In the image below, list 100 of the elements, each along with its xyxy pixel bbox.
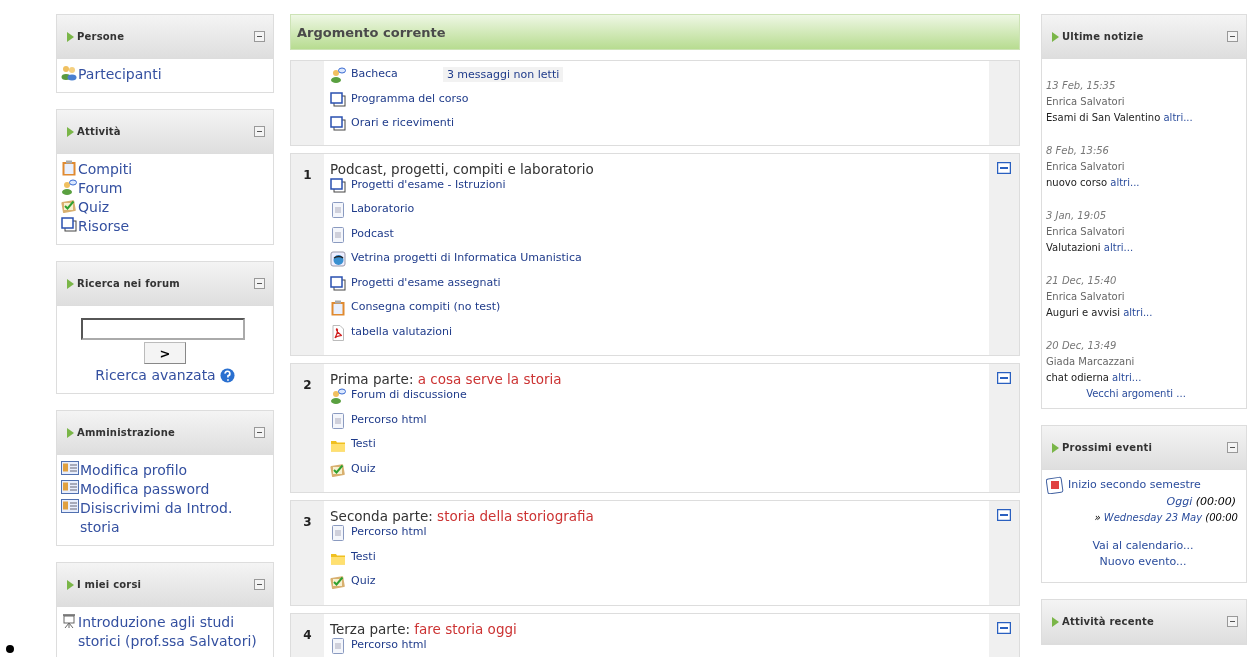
block-link[interactable]: Modifica password (80, 480, 210, 499)
document-icon (330, 525, 346, 541)
collapse-icon[interactable] (254, 579, 265, 590)
section-title: Podcast, progetti, compiti e laboratorio (330, 159, 595, 178)
checklist-icon (61, 198, 77, 214)
unread-messages[interactable]: 3 messaggi non letti (442, 67, 564, 82)
arrow-icon (67, 126, 74, 137)
arrow-icon (1052, 442, 1059, 453)
block-link[interactable]: Introduzione agli studi storici (prof.ssa Salvatori) (78, 613, 269, 651)
activity-link[interactable]: Laboratorio (351, 202, 415, 215)
search-button[interactable]: > (144, 342, 186, 364)
news-date: 21 Dec, 15:40 (1046, 275, 1117, 286)
collapse-icon[interactable] (1227, 442, 1238, 453)
news-author: Enrica Salvatori (1046, 161, 1125, 172)
block-link[interactable]: Modifica profilo (80, 461, 188, 480)
section-title: Seconda parte: storia della storiografia (330, 507, 595, 525)
activity-link[interactable]: Testi (351, 549, 376, 563)
activity-link[interactable]: Percorso html (351, 412, 427, 426)
activity-link[interactable]: Vetrina progetti di Informatica Umanistica (351, 251, 582, 264)
collapse-icon[interactable] (1227, 616, 1238, 627)
collapse-icon[interactable] (1227, 31, 1238, 42)
advanced-search-link[interactable]: Ricerca avanzata (95, 366, 216, 385)
more-link[interactable]: altri... (1112, 372, 1142, 383)
activity-link[interactable]: Percorso html (351, 637, 427, 651)
list-bullet-icon (6, 645, 14, 653)
arrow-icon (67, 579, 74, 590)
block-title: Amministrazione (77, 427, 175, 438)
more-link[interactable]: altri... (1163, 112, 1193, 123)
activity-link[interactable]: tabella valutazioni (351, 324, 453, 338)
collapse-icon[interactable] (254, 278, 265, 289)
news-date: 8 Feb, 13:56 (1046, 145, 1109, 156)
collapse-icon[interactable] (254, 31, 265, 42)
section-number: 3 (303, 515, 312, 529)
collapse-icon[interactable] (997, 372, 1011, 384)
block-title: Attività (77, 126, 121, 137)
activity-link[interactable]: Programma del corso (351, 91, 469, 105)
section-number: 4 (303, 627, 312, 642)
calendar-link[interactable]: Vai al calendario... (1092, 539, 1194, 552)
news-subject: chat odierna (1046, 372, 1109, 383)
id-card-icon (61, 480, 79, 494)
news-subject: nuovo corso (1046, 177, 1108, 188)
clipboard-icon (330, 300, 346, 316)
activity-link[interactable]: Quiz (351, 461, 376, 475)
checklist-icon (330, 461, 346, 478)
activity-link[interactable]: Progetti d'esame - Istruzioni (351, 177, 506, 191)
block-link[interactable]: Partecipanti (78, 65, 162, 84)
activity-link[interactable]: Testi (351, 437, 376, 450)
activity-link[interactable]: Quiz (351, 574, 376, 587)
checklist-icon (330, 574, 346, 590)
more-link[interactable]: altri... (1110, 177, 1140, 188)
person-speech-icon (61, 179, 77, 195)
activity-link[interactable]: Consegna compiti (no test) (351, 300, 501, 313)
block-link[interactable]: Quiz (78, 198, 110, 217)
event-link[interactable]: Inizio secondo semestre (1068, 477, 1201, 493)
news-author: Enrica Salvatori (1046, 226, 1125, 237)
collapse-icon[interactable] (997, 161, 1011, 174)
id-card-icon (61, 461, 79, 475)
collapse-icon[interactable] (254, 427, 265, 438)
collapse-icon[interactable] (997, 509, 1011, 521)
help-icon[interactable] (219, 368, 235, 383)
block-link[interactable]: Compiti (78, 160, 133, 179)
news-date: 13 Feb, 15:35 (1046, 80, 1116, 91)
window-icon (330, 91, 346, 108)
more-link[interactable]: altri... (1103, 242, 1134, 253)
news-date: 3 Jan, 19:05 (1046, 210, 1107, 221)
clipboard-icon (61, 160, 77, 176)
block-title: Ultime notizie (1062, 31, 1144, 42)
document-icon (330, 226, 346, 243)
block-link[interactable]: Forum (78, 179, 123, 198)
activity-link[interactable]: Forum di discussione (351, 388, 467, 401)
block-link[interactable]: Risorse (78, 217, 130, 236)
more-link[interactable]: altri... (1123, 307, 1153, 318)
news-subject: Auguri e avvisi (1046, 307, 1120, 318)
activity-link[interactable]: Podcast (351, 226, 394, 240)
older-topics-link[interactable]: Vecchi argomenti ... (1086, 388, 1186, 399)
news-date: 20 Dec, 13:49 (1046, 340, 1117, 351)
search-field[interactable] (81, 318, 245, 340)
window-icon (330, 116, 346, 132)
event-end-link[interactable]: Wednesday 23 May (1103, 512, 1203, 523)
block-link[interactable]: Disiscrivimi da Introd. storia (80, 499, 269, 537)
collapse-icon[interactable] (997, 621, 1011, 634)
news-author: Enrica Salvatori (1046, 291, 1125, 302)
block-title: Prossimi eventi (1062, 442, 1153, 453)
block-title: Attività recente (1062, 616, 1154, 627)
calendar-link[interactable]: Nuovo evento... (1099, 555, 1187, 568)
activity-link[interactable]: Progetti d'esame assegnati (351, 275, 501, 289)
section-header: Argomento corrente (290, 14, 1020, 50)
activity-link[interactable]: Orari e ricevimenti (351, 116, 455, 129)
id-card-icon (61, 499, 79, 513)
event-end-time: (00:00 (1205, 512, 1238, 523)
arrow-icon (67, 31, 74, 42)
arrow-icon (1052, 616, 1059, 627)
block-title: Persone (77, 31, 125, 42)
activity-link[interactable]: Bacheca (351, 67, 398, 80)
activity-link[interactable]: Percorso html (351, 525, 427, 538)
event-time: (00:00) (1195, 495, 1236, 508)
presentation-board-icon (61, 613, 77, 629)
range-marker: » (1094, 512, 1101, 523)
event-day-link[interactable]: Oggi (1166, 495, 1193, 508)
collapse-icon[interactable] (254, 126, 265, 137)
